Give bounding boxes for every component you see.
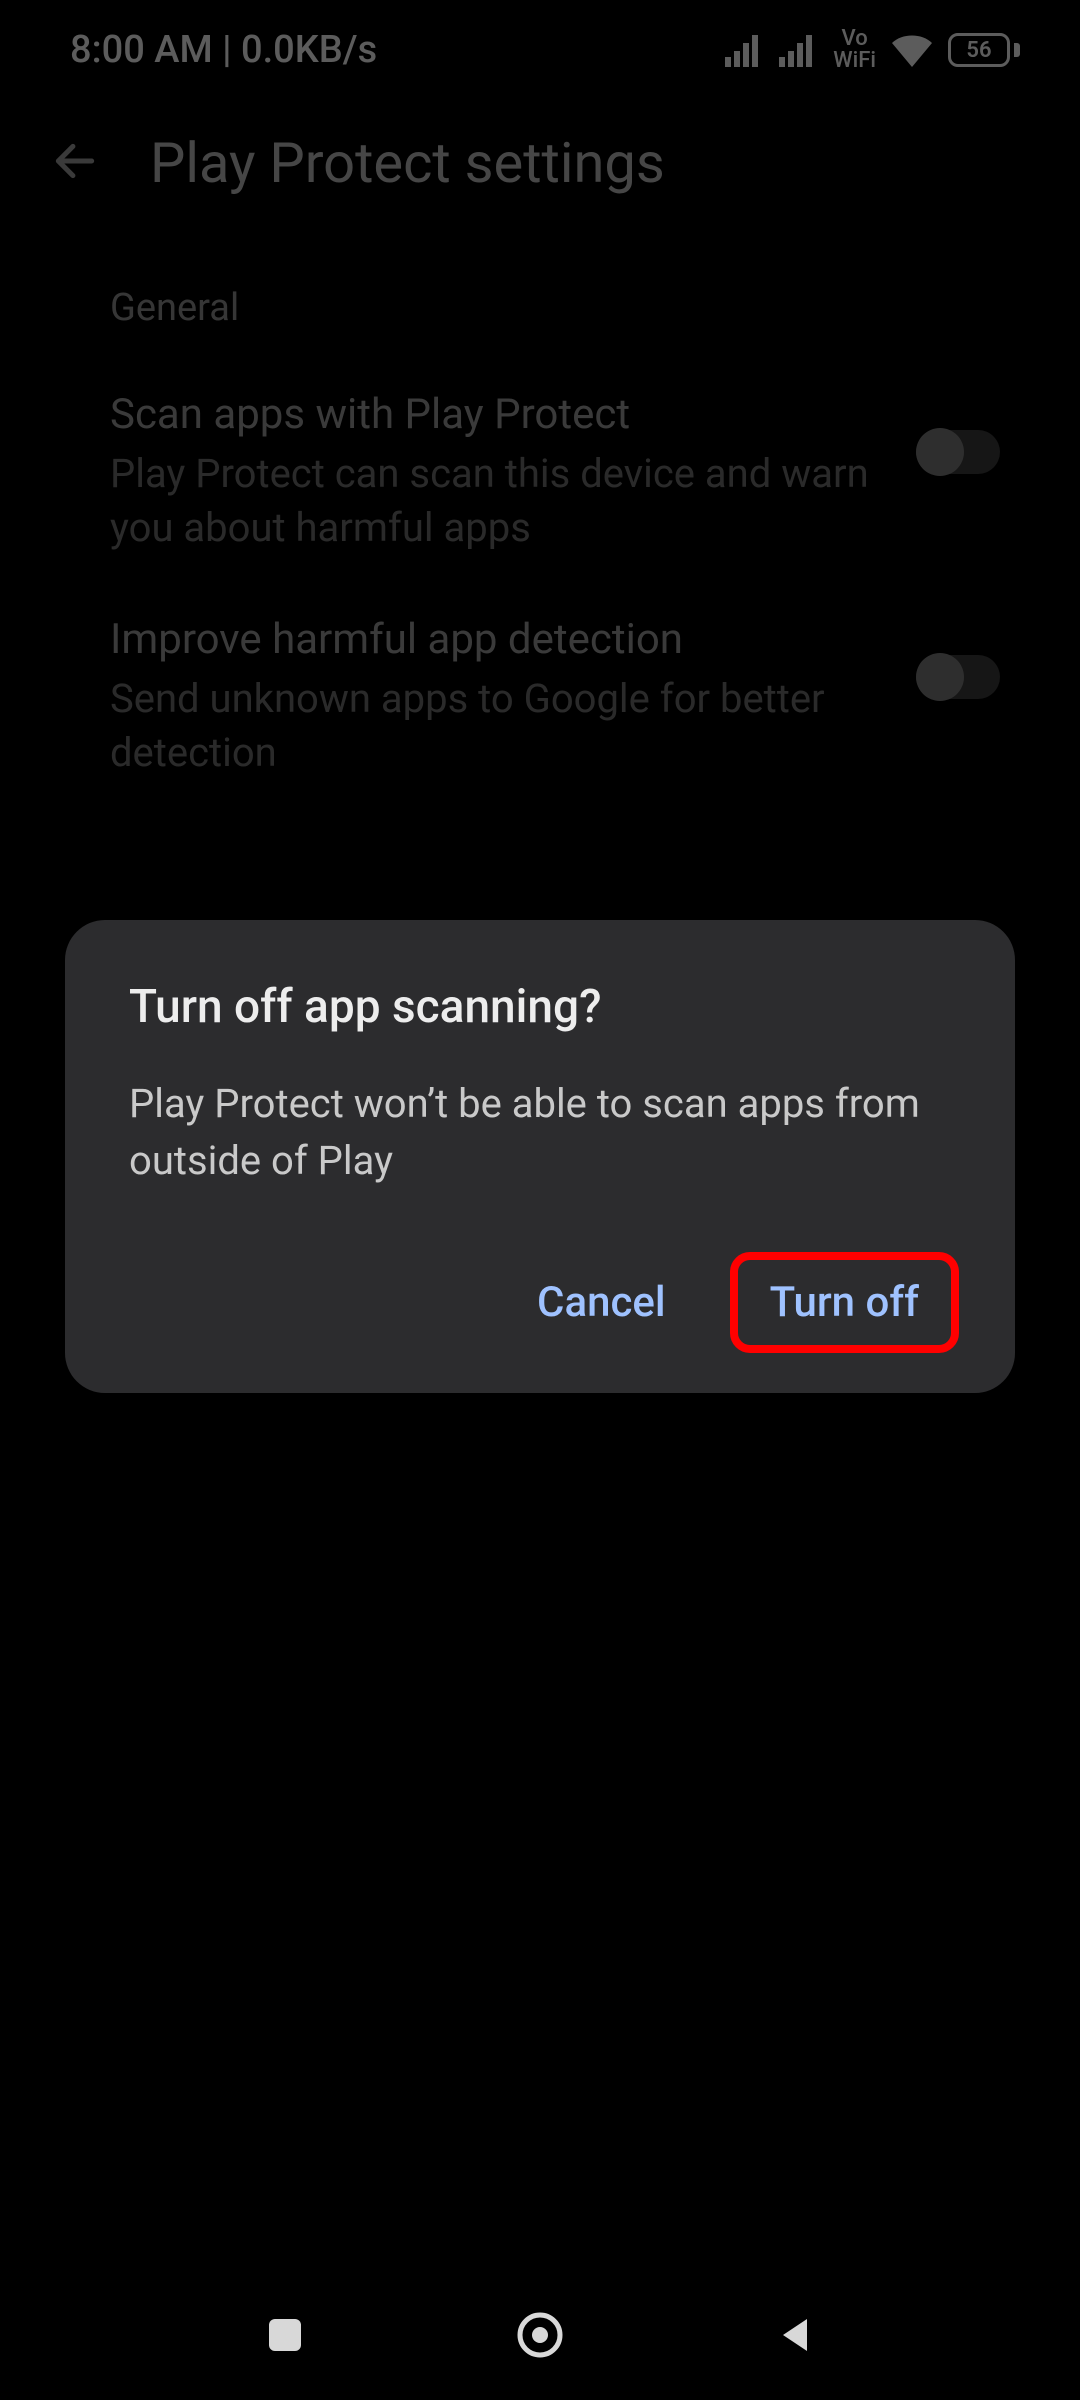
turn-off-button[interactable]: Turn off	[738, 1260, 951, 1345]
dialog-actions: Cancel Turn off	[129, 1260, 951, 1345]
recent-apps-icon[interactable]	[265, 2315, 305, 2355]
back-nav-icon[interactable]	[775, 2315, 815, 2355]
confirm-dialog: Turn off app scanning? Play Protect won’…	[65, 920, 1015, 1393]
home-icon[interactable]	[514, 2309, 566, 2361]
nav-bar	[0, 2270, 1080, 2400]
cancel-button[interactable]: Cancel	[505, 1260, 698, 1345]
dialog-title: Turn off app scanning?	[129, 980, 951, 1034]
dialog-body: Play Protect won’t be able to scan apps …	[129, 1076, 951, 1190]
